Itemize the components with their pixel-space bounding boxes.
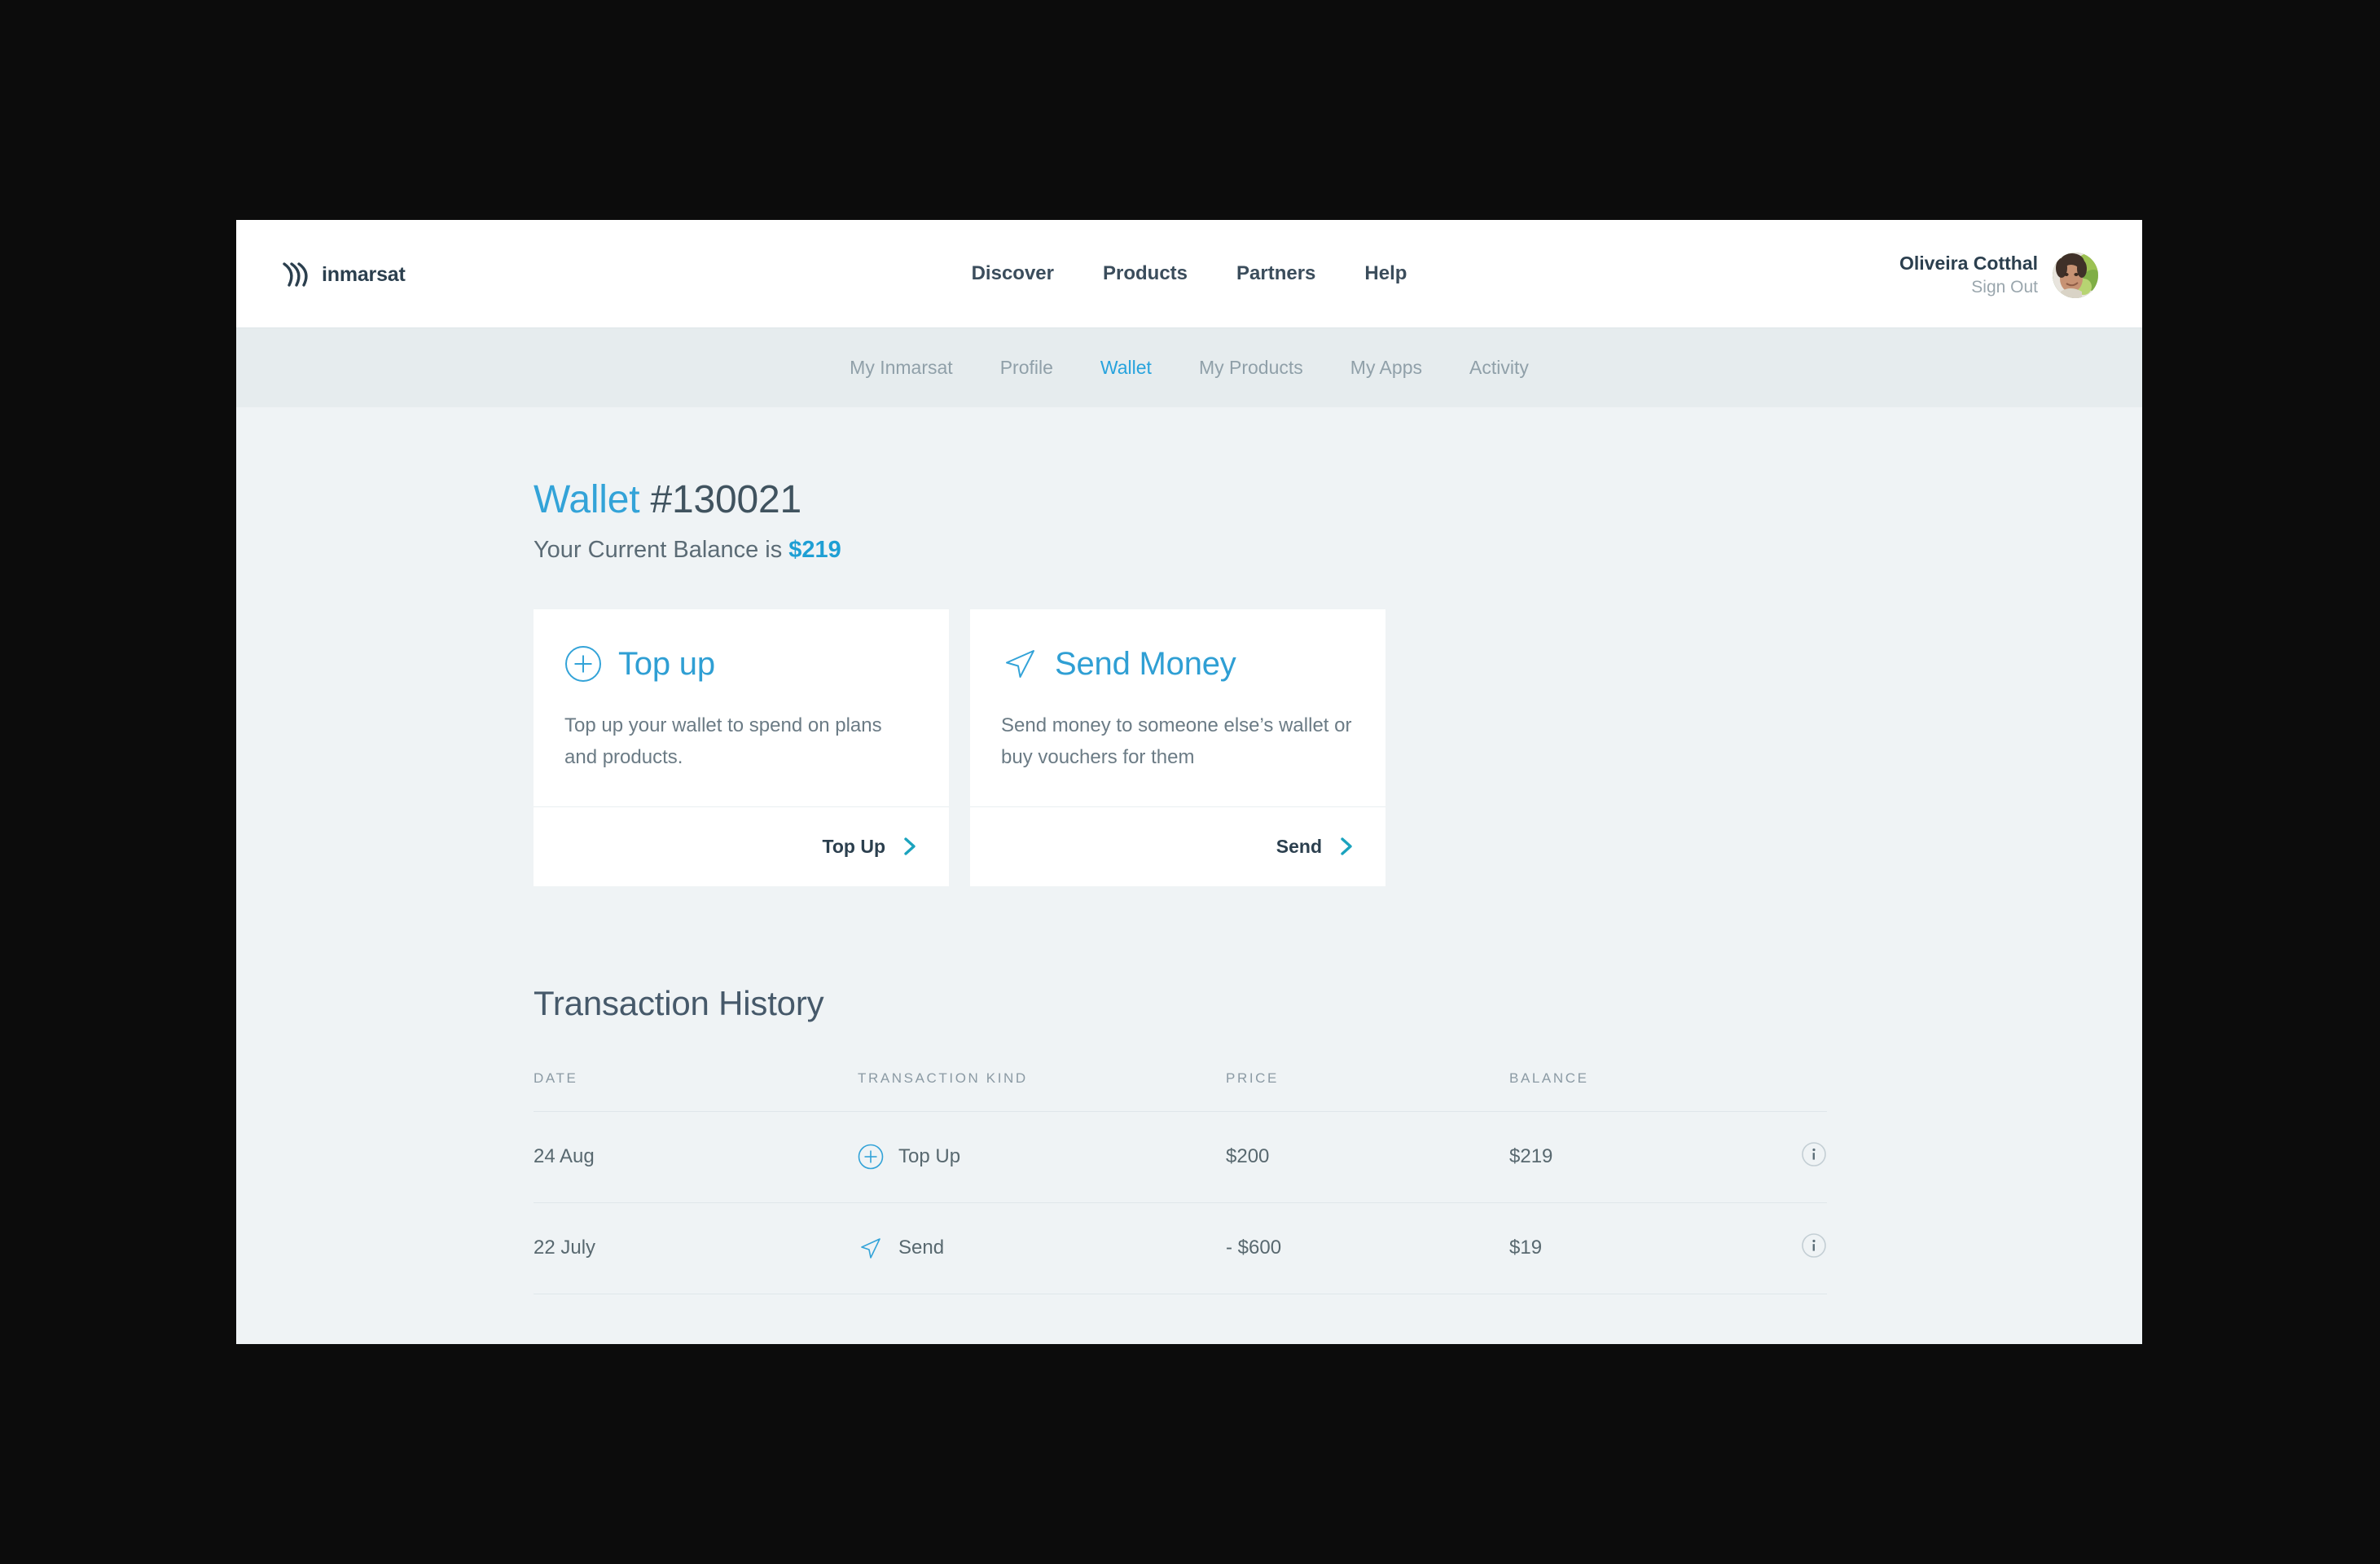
send-money-card-title: Send Money xyxy=(1055,645,1236,682)
send-arrow-icon xyxy=(858,1235,884,1261)
column-header-price: PRICE xyxy=(1226,1070,1509,1112)
top-up-card-title: Top up xyxy=(618,645,715,682)
nav-item-products[interactable]: Products xyxy=(1103,262,1188,285)
transaction-history-title: Transaction History xyxy=(534,983,824,1022)
page-title-accent: Wallet xyxy=(534,478,640,521)
sign-out-link[interactable]: Sign Out xyxy=(1899,276,2038,299)
send-button-label: Send xyxy=(1276,835,1322,857)
cell-kind-label: Top Up xyxy=(898,1145,961,1168)
nav-item-discover[interactable]: Discover xyxy=(972,262,1054,285)
nav-item-help[interactable]: Help xyxy=(1364,262,1407,285)
cell-kind: Top Up xyxy=(858,1111,1226,1203)
cell-date: 22 July xyxy=(534,1202,858,1294)
table-header-row: DATE TRANSACTION KIND PRICE BALANCE xyxy=(534,1070,1827,1112)
main-content: Wallet #130021 Your Current Balance is $… xyxy=(236,407,2142,1294)
page-title-number: #130021 xyxy=(650,478,802,521)
send-money-card-description: Send money to someone else’s wallet or b… xyxy=(1001,714,1352,768)
column-header-date: DATE xyxy=(534,1070,858,1112)
brand-logo[interactable]: inmarsat xyxy=(281,261,406,288)
chevron-right-icon xyxy=(1338,836,1355,857)
brand-wordmark: inmarsat xyxy=(322,262,406,286)
site-header: inmarsat Discover Products Partners Help… xyxy=(236,220,2142,327)
circle-plus-icon xyxy=(564,645,602,683)
transaction-history-table: DATE TRANSACTION KIND PRICE BALANCE 24 A… xyxy=(534,1070,1827,1294)
column-header-transaction-kind: TRANSACTION KIND xyxy=(858,1070,1226,1112)
send-button[interactable]: Send xyxy=(970,806,1385,886)
send-money-card-body: Send Money Send money to someone else’s … xyxy=(970,609,1385,806)
circle-plus-icon xyxy=(858,1144,884,1170)
table-header: DATE TRANSACTION KIND PRICE BALANCE xyxy=(534,1070,1827,1112)
top-up-card[interactable]: Top up Top up your wallet to spend on pl… xyxy=(534,609,949,886)
table-body: 24 Aug Top Up $200 $219 22 July Send - $… xyxy=(534,1111,1827,1294)
top-up-button[interactable]: Top Up xyxy=(534,806,949,886)
user-account-block[interactable]: Oliveira Cotthal Sign Out xyxy=(1899,251,2098,299)
cell-price: $200 xyxy=(1226,1111,1509,1203)
avatar[interactable] xyxy=(2053,252,2098,298)
info-circle-icon[interactable] xyxy=(1801,1232,1827,1259)
sidebar-item-my-inmarsat[interactable]: My Inmarsat xyxy=(850,357,953,379)
sidebar-item-profile[interactable]: Profile xyxy=(1000,357,1053,379)
table-row[interactable]: 22 July Send - $600 $19 xyxy=(534,1202,1827,1294)
info-circle-icon[interactable] xyxy=(1801,1141,1827,1167)
user-avatar-photo xyxy=(2053,252,2098,298)
top-up-button-label: Top Up xyxy=(822,835,886,857)
cell-kind: Send xyxy=(858,1202,1226,1294)
top-up-card-description: Top up your wallet to spend on plans and… xyxy=(564,714,882,768)
nav-item-partners[interactable]: Partners xyxy=(1236,262,1315,285)
sidebar-item-my-apps[interactable]: My Apps xyxy=(1350,357,1422,379)
top-up-card-header: Top up xyxy=(564,645,918,683)
cell-balance: $219 xyxy=(1509,1111,1768,1203)
cell-price: - $600 xyxy=(1226,1202,1509,1294)
cell-balance: $19 xyxy=(1509,1202,1768,1294)
column-header-balance: BALANCE xyxy=(1509,1070,1768,1112)
cell-kind-label: Send xyxy=(898,1237,945,1259)
user-text-group: Oliveira Cotthal Sign Out xyxy=(1899,251,2038,299)
send-arrow-icon xyxy=(1001,645,1039,683)
cell-date: 24 Aug xyxy=(534,1111,858,1203)
cell-info xyxy=(1768,1202,1827,1294)
sidebar-item-my-products[interactable]: My Products xyxy=(1199,357,1303,379)
top-up-card-body: Top up Top up your wallet to spend on pl… xyxy=(534,609,949,806)
main-navigation: Discover Products Partners Help xyxy=(972,262,1407,285)
user-name: Oliveira Cotthal xyxy=(1899,253,2038,274)
balance-amount: $219 xyxy=(788,537,841,563)
sidebar-item-wallet[interactable]: Wallet xyxy=(1100,357,1152,379)
cell-info xyxy=(1768,1111,1827,1203)
current-balance: Your Current Balance is $219 xyxy=(534,537,1845,564)
wallet-action-cards: Top up Top up your wallet to spend on pl… xyxy=(534,609,1845,886)
send-money-card[interactable]: Send Money Send money to someone else’s … xyxy=(970,609,1385,886)
sidebar-item-activity[interactable]: Activity xyxy=(1469,357,1529,379)
column-header-info xyxy=(1768,1070,1827,1112)
account-sub-navigation: My Inmarsat Profile Wallet My Products M… xyxy=(236,327,2142,407)
chevron-right-icon xyxy=(902,836,918,857)
table-row[interactable]: 24 Aug Top Up $200 $219 xyxy=(534,1111,1827,1203)
inmarsat-signal-waves-icon xyxy=(281,261,312,288)
app-window: inmarsat Discover Products Partners Help… xyxy=(236,220,2142,1344)
send-money-card-header: Send Money xyxy=(1001,645,1355,683)
page-title: Wallet #130021 xyxy=(534,477,1845,522)
balance-label: Your Current Balance is xyxy=(534,537,783,563)
